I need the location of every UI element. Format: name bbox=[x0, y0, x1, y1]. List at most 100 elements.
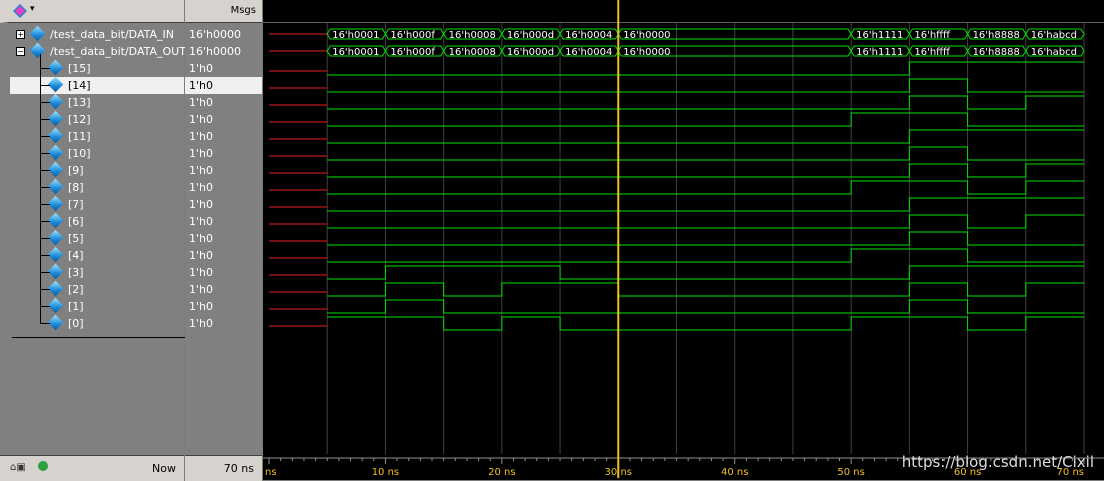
signal-name: /test_data_bit/DATA_IN bbox=[50, 28, 174, 41]
signal-row[interactable]: [5] bbox=[10, 229, 184, 247]
signal-diamond-icon bbox=[47, 127, 64, 144]
time-tick-label: 10 ns bbox=[372, 467, 399, 478]
bit-waveform bbox=[327, 282, 1084, 297]
now-label: Now bbox=[152, 462, 176, 475]
signal-row[interactable]: [12] bbox=[10, 110, 184, 128]
signal-row[interactable]: − /test_data_bit/DATA_OUT bbox=[10, 42, 186, 60]
bus-value-label: 16'h0008 bbox=[449, 30, 496, 41]
signal-value: 1'h0 bbox=[189, 79, 213, 92]
waveform-canvas[interactable]: 16'h0001 16'h000f 16'h0008 16'h000d 16'h0004… bbox=[263, 0, 1104, 480]
signal-row[interactable]: [8] bbox=[10, 178, 184, 196]
signal-name: [1] bbox=[68, 300, 84, 313]
signal-name: [7] bbox=[68, 198, 84, 211]
signal-name-list: + /test_data_bit/DATA_IN − /test_data_bit/D… bbox=[10, 23, 257, 453]
bus-value-label: 16'h0000 bbox=[623, 30, 670, 41]
expand-icon[interactable]: + bbox=[16, 30, 25, 39]
signal-row[interactable]: [4] bbox=[10, 246, 184, 264]
value-row[interactable]: 1'h0 bbox=[185, 60, 262, 77]
add-cursor-icon[interactable] bbox=[38, 461, 48, 471]
tree-branch bbox=[40, 85, 50, 86]
signal-value: 16'h0000 bbox=[189, 28, 241, 41]
value-row[interactable]: 16'h0000 bbox=[185, 43, 262, 60]
signal-row[interactable]: [3] bbox=[10, 263, 184, 281]
signal-diamond-icon bbox=[47, 59, 64, 76]
signal-name: [2] bbox=[68, 283, 84, 296]
signal-diamond-icon bbox=[47, 144, 64, 161]
bus-value-label: 16'h8888 bbox=[973, 30, 1020, 41]
signal-row[interactable]: [15] bbox=[10, 59, 184, 77]
names-header: ▾ bbox=[0, 0, 184, 23]
tree-branch bbox=[40, 119, 50, 120]
signal-diamond-icon bbox=[47, 229, 64, 246]
bit-waveform bbox=[327, 231, 1084, 246]
value-row[interactable]: 1'h0 bbox=[185, 179, 262, 196]
bus-value-label: 16'h0004 bbox=[565, 30, 612, 41]
signal-value: 1'h0 bbox=[189, 283, 213, 296]
wave-add-icon[interactable] bbox=[13, 4, 27, 18]
signal-row[interactable]: [10] bbox=[10, 144, 184, 162]
signal-diamond-icon bbox=[29, 42, 46, 59]
cursor-tools-icon[interactable]: ⌂▣ bbox=[10, 462, 26, 473]
tree-branch bbox=[40, 204, 50, 205]
signal-row[interactable]: [11] bbox=[10, 127, 184, 145]
value-row[interactable]: 1'h0 bbox=[185, 281, 262, 298]
signal-row[interactable]: [14] bbox=[10, 76, 184, 94]
signal-name: [6] bbox=[68, 215, 84, 228]
dropdown-arrow-icon[interactable]: ▾ bbox=[30, 4, 35, 14]
tree-branch bbox=[40, 153, 50, 154]
waveform-pane[interactable]: 16'h0001 16'h000f 16'h0008 16'h000d 16'h0004… bbox=[263, 0, 1104, 480]
bus-value-label: 16'h000d bbox=[507, 30, 554, 41]
bit-waveform bbox=[327, 78, 1084, 93]
value-row[interactable]: 1'h0 bbox=[185, 128, 262, 145]
value-row[interactable]: 1'h0 bbox=[185, 247, 262, 264]
tree-branch bbox=[40, 187, 50, 188]
signal-value: 16'h0000 bbox=[189, 45, 241, 58]
value-row[interactable]: 1'h0 bbox=[185, 213, 262, 230]
signal-value: 1'h0 bbox=[189, 164, 213, 177]
value-row[interactable]: 1'h0 bbox=[185, 77, 262, 94]
value-row[interactable]: 16'h0000 bbox=[185, 26, 262, 43]
signal-diamond-icon bbox=[47, 314, 64, 331]
tree-branch bbox=[40, 272, 50, 273]
signal-row[interactable]: [13] bbox=[10, 93, 184, 111]
value-row[interactable]: 1'h0 bbox=[185, 230, 262, 247]
signal-row[interactable]: [7] bbox=[10, 195, 184, 213]
collapse-icon[interactable]: − bbox=[16, 47, 25, 56]
signal-diamond-icon bbox=[47, 246, 64, 263]
bit-waveform bbox=[327, 299, 1084, 314]
bus-value-label: 16'hffff bbox=[914, 47, 951, 58]
bit-waveform bbox=[327, 265, 1084, 280]
signal-value: 1'h0 bbox=[189, 113, 213, 126]
time-tick-label: ns bbox=[265, 467, 277, 478]
tree-branch bbox=[40, 255, 50, 256]
bit-waveform bbox=[327, 61, 1084, 76]
bus-value-label: 16'hffff bbox=[914, 30, 951, 41]
signal-diamond-icon bbox=[47, 161, 64, 178]
signal-row[interactable]: [6] bbox=[10, 212, 184, 230]
signal-diamond-icon bbox=[47, 263, 64, 280]
tree-branch bbox=[40, 323, 50, 324]
now-value: 70 ns bbox=[223, 462, 254, 475]
value-row[interactable]: 1'h0 bbox=[185, 264, 262, 281]
signal-row[interactable]: + /test_data_bit/DATA_IN bbox=[10, 25, 184, 43]
value-row[interactable]: 1'h0 bbox=[185, 298, 262, 315]
signal-row[interactable]: [2] bbox=[10, 280, 184, 298]
value-row[interactable]: 1'h0 bbox=[185, 162, 262, 179]
signal-row[interactable]: [9] bbox=[10, 161, 184, 179]
value-row[interactable]: 1'h0 bbox=[185, 94, 262, 111]
value-row[interactable]: 1'h0 bbox=[185, 315, 262, 332]
tree-branch bbox=[40, 221, 50, 222]
signal-row[interactable]: [0] bbox=[10, 314, 184, 332]
msgs-label: Msgs bbox=[230, 5, 256, 16]
tree-branch bbox=[40, 306, 50, 307]
signal-row[interactable]: [1] bbox=[10, 297, 184, 315]
value-row[interactable]: 1'h0 bbox=[185, 196, 262, 213]
signal-name: [14] bbox=[68, 79, 91, 92]
bit-waveform bbox=[327, 112, 1084, 127]
signal-diamond-icon bbox=[47, 110, 64, 127]
bit-waveform bbox=[327, 129, 1084, 144]
signal-value: 1'h0 bbox=[189, 300, 213, 313]
value-row[interactable]: 1'h0 bbox=[185, 145, 262, 162]
value-row[interactable]: 1'h0 bbox=[185, 111, 262, 128]
bus-value-label: 16'h0000 bbox=[623, 47, 670, 58]
